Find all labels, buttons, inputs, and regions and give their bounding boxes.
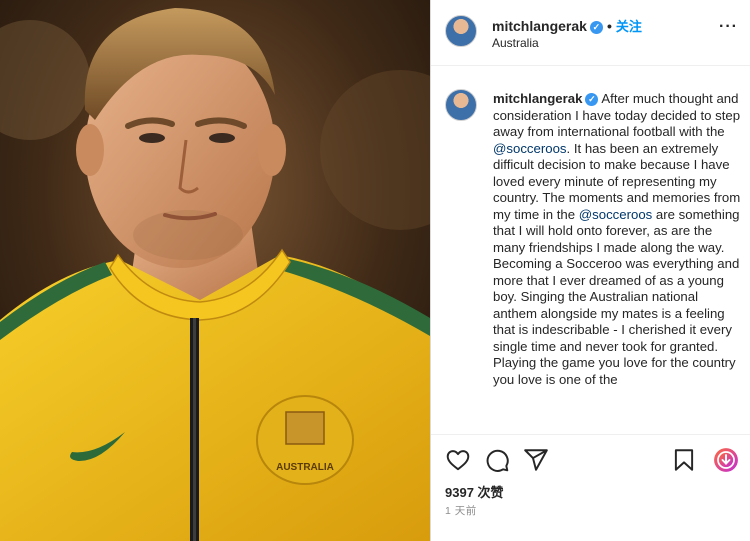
send-icon[interactable] bbox=[523, 447, 549, 473]
more-options-icon[interactable]: ··· bbox=[719, 18, 738, 36]
avatar[interactable] bbox=[445, 15, 477, 47]
caption-area: mitchlangerak ✓ After much thought and co… bbox=[431, 67, 750, 433]
action-bar: 9397 次赞 1 天前 bbox=[431, 434, 750, 534]
header-username-row: mitchlangerak ✓ • 关注 bbox=[492, 16, 642, 35]
follow-button[interactable]: 关注 bbox=[616, 19, 642, 34]
separator-dot: • bbox=[606, 18, 612, 34]
likes-label: 次赞 bbox=[477, 485, 504, 500]
likes-count[interactable]: 9397 次赞 bbox=[445, 482, 504, 501]
bookmark-icon[interactable] bbox=[671, 447, 697, 473]
post-timestamp[interactable]: 1 天前 bbox=[445, 503, 477, 518]
badge-text: AUSTRALIA bbox=[276, 462, 334, 473]
mention-link-socceroos-1[interactable]: @socceroos bbox=[493, 141, 567, 156]
post-header: mitchlangerak ✓ • 关注 Australia ··· bbox=[431, 0, 750, 66]
location-link[interactable]: Australia bbox=[492, 36, 539, 50]
caption-text-part3: are something that I will hold onto fore… bbox=[493, 206, 740, 387]
instagram-post: AUSTRALIA mitchlangerak ✓ • 关注 Australia ··… bbox=[0, 0, 750, 541]
comment-icon[interactable] bbox=[484, 447, 510, 473]
caption-avatar[interactable] bbox=[445, 89, 477, 121]
likes-number: 9397 bbox=[445, 485, 474, 500]
heart-icon[interactable] bbox=[445, 447, 471, 473]
verified-badge-icon: ✓ bbox=[589, 21, 603, 34]
post-side-panel: mitchlangerak ✓ • 关注 Australia ··· mitchlan… bbox=[430, 0, 750, 541]
caption-username[interactable]: mitchlangerak bbox=[493, 91, 582, 106]
download-icon[interactable] bbox=[713, 447, 739, 473]
player-photo-illustration: AUSTRALIA bbox=[0, 0, 430, 541]
caption-text: mitchlangerak ✓ After much thought and co… bbox=[493, 91, 745, 388]
mention-link-socceroos-2[interactable]: @socceroos bbox=[579, 207, 653, 222]
header-username[interactable]: mitchlangerak bbox=[492, 18, 587, 34]
caption-verified-badge-icon: ✓ bbox=[585, 93, 599, 106]
post-photo[interactable]: AUSTRALIA bbox=[0, 0, 430, 541]
